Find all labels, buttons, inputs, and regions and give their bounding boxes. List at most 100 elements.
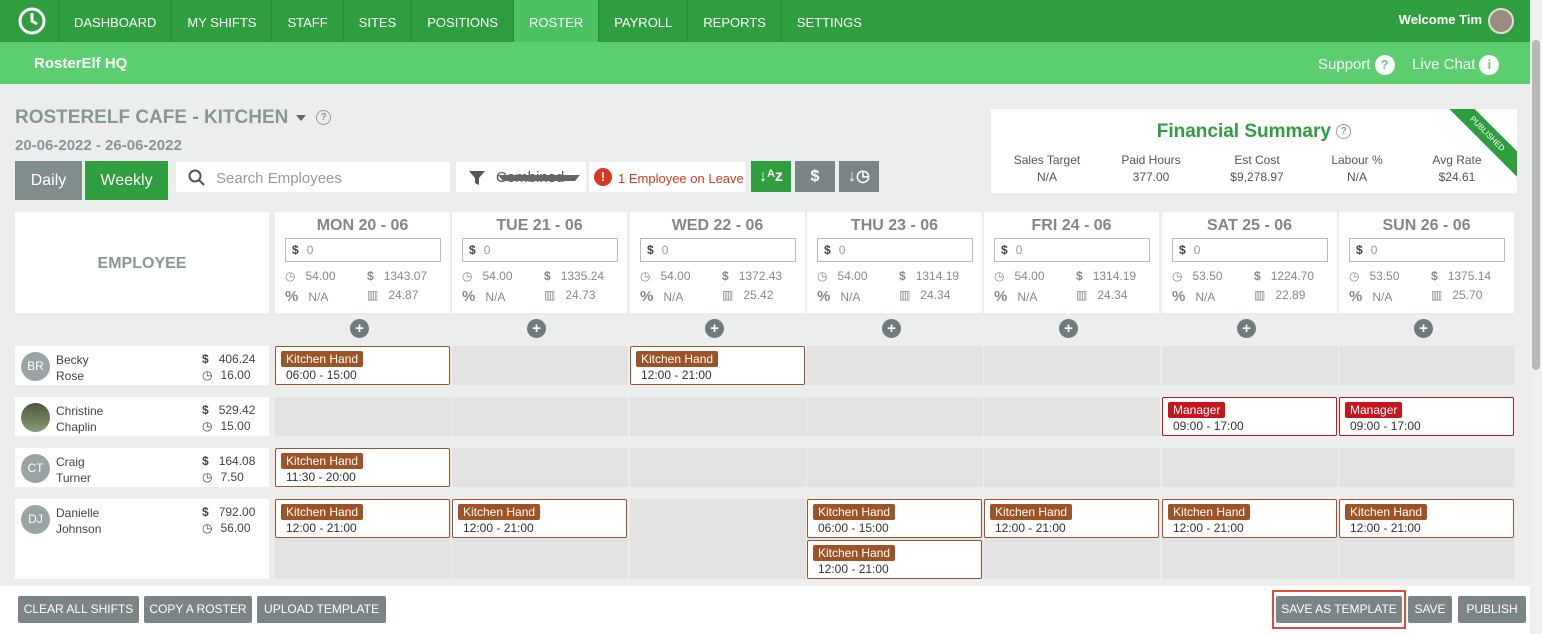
dollar-icon: $ bbox=[824, 243, 831, 257]
daily-view-button[interactable]: Daily bbox=[15, 161, 82, 200]
sales-input[interactable]: $0 bbox=[462, 238, 618, 262]
shift-card[interactable]: Kitchen Hand 12:00 - 21:00 bbox=[1162, 499, 1337, 538]
roster-title[interactable]: ROSTERELF CAFE - KITCHEN ? bbox=[15, 107, 332, 129]
nav-item-positions[interactable]: POSITIONS bbox=[411, 0, 513, 42]
clock-icon: ◷ bbox=[202, 521, 213, 535]
nav-item-sites[interactable]: SITES bbox=[342, 0, 412, 42]
sales-value: 0 bbox=[1370, 243, 1378, 257]
support-link[interactable]: Support? bbox=[1318, 55, 1395, 75]
rosterelf-logo-icon[interactable] bbox=[18, 7, 46, 35]
add-shift-button[interactable]: + bbox=[1414, 319, 1433, 338]
sort-time-button[interactable]: ↓◷ bbox=[839, 161, 879, 192]
scrollbar[interactable] bbox=[1530, 0, 1542, 634]
employee-cost-value: 529.42 bbox=[218, 403, 256, 417]
sales-input[interactable]: $0 bbox=[817, 238, 973, 262]
shift-card[interactable]: Kitchen Hand 12:00 - 21:00 bbox=[452, 499, 627, 538]
save-as-template-button[interactable]: SAVE AS TEMPLATE bbox=[1276, 596, 1402, 623]
upload-template-button[interactable]: UPLOAD TEMPLATE bbox=[257, 596, 386, 623]
shift-card[interactable]: Manager 09:00 - 17:00 bbox=[1162, 397, 1337, 436]
user-avatar[interactable] bbox=[1488, 8, 1514, 34]
info-icon: i bbox=[1479, 55, 1500, 75]
shift-card[interactable]: Kitchen Hand 06:00 - 15:00 bbox=[807, 499, 982, 538]
day-name: TUE 21 - 06 bbox=[496, 217, 583, 234]
roster-cell[interactable] bbox=[452, 397, 628, 436]
add-shift-button[interactable]: + bbox=[1237, 319, 1256, 338]
nav-item-settings[interactable]: SETTINGS bbox=[780, 0, 877, 42]
chevron-down-icon[interactable] bbox=[295, 114, 306, 121]
nav-item-staff[interactable]: STAFF bbox=[271, 0, 342, 42]
day-name: SUN 26 - 06 bbox=[1382, 217, 1471, 234]
nav-item-reports[interactable]: REPORTS bbox=[687, 0, 781, 42]
metric-value: $24.61 bbox=[1438, 170, 1476, 184]
shift-card[interactable]: Kitchen Hand 12:00 - 21:00 bbox=[984, 499, 1159, 538]
shift-role-badge: Kitchen Hand bbox=[281, 453, 364, 469]
copy-roster-button[interactable]: COPY A ROSTER bbox=[144, 596, 252, 623]
roster-cell[interactable] bbox=[630, 397, 806, 436]
roster-cell[interactable] bbox=[984, 448, 1160, 487]
nav-item-payroll[interactable]: PAYROLL bbox=[598, 0, 687, 42]
sales-input[interactable]: $0 bbox=[994, 238, 1150, 262]
sort-alpha-button[interactable]: ↓ᴬz bbox=[751, 161, 791, 192]
help-icon[interactable]: ? bbox=[1336, 124, 1352, 140]
sales-input[interactable]: $0 bbox=[285, 238, 441, 262]
shift-time: 11:30 - 20:00 bbox=[286, 470, 356, 484]
roster-cell[interactable] bbox=[984, 397, 1160, 436]
publish-button[interactable]: PUBLISH bbox=[1458, 596, 1526, 623]
shift-card[interactable]: Manager 09:00 - 17:00 bbox=[1339, 397, 1514, 436]
shift-card[interactable]: Kitchen Hand 12:00 - 21:00 bbox=[807, 540, 982, 579]
shift-card[interactable]: Kitchen Hand 12:00 - 21:00 bbox=[1339, 499, 1514, 538]
shift-role-badge: Kitchen Hand bbox=[1345, 504, 1428, 520]
save-button[interactable]: SAVE bbox=[1408, 596, 1452, 623]
roster-cell[interactable] bbox=[1162, 346, 1338, 385]
nav-item-my-shifts[interactable]: MY SHIFTS bbox=[171, 0, 271, 42]
sales-value: 0 bbox=[483, 243, 491, 257]
roster-cell[interactable] bbox=[1162, 448, 1338, 487]
live-chat-link[interactable]: Live Chat i bbox=[1412, 55, 1500, 75]
roster-cell[interactable] bbox=[630, 499, 806, 579]
employee-name: Christine Chaplin bbox=[56, 403, 103, 435]
day-stat-cost: $1375.14 bbox=[1431, 269, 1491, 283]
roster-cell[interactable] bbox=[452, 346, 628, 385]
roster-cell[interactable] bbox=[275, 397, 451, 436]
search-employees-input[interactable]: Search Employees bbox=[176, 162, 450, 192]
roster-cell[interactable] bbox=[1339, 346, 1514, 385]
roster-cell[interactable] bbox=[807, 397, 983, 436]
stat-value: 1375.14 bbox=[1447, 269, 1492, 283]
help-icon[interactable]: ? bbox=[316, 110, 332, 126]
filter-dropdown[interactable]: Combined bbox=[456, 162, 586, 192]
roster-cell[interactable] bbox=[1339, 448, 1514, 487]
roster-cell[interactable] bbox=[984, 346, 1160, 385]
scrollbar-thumb[interactable] bbox=[1532, 40, 1540, 370]
weekly-view-button[interactable]: Weekly bbox=[85, 161, 168, 200]
roster-cell[interactable] bbox=[807, 448, 983, 487]
sales-input[interactable]: $0 bbox=[640, 238, 796, 262]
add-shift-button[interactable]: + bbox=[350, 319, 369, 338]
nav-item-dashboard[interactable]: DASHBOARD bbox=[58, 0, 171, 42]
roster-cell[interactable] bbox=[630, 448, 806, 487]
metric-value: N/A bbox=[1346, 170, 1367, 184]
employee-row[interactable]: Christine Chaplin $529.42 ◷ 15.00 bbox=[15, 397, 269, 436]
roster-cell[interactable] bbox=[452, 448, 628, 487]
sales-input[interactable]: $0 bbox=[1349, 238, 1505, 262]
shift-card[interactable]: Kitchen Hand 06:00 - 15:00 bbox=[275, 346, 450, 385]
roster-cell[interactable] bbox=[807, 346, 983, 385]
clear-all-shifts-button[interactable]: CLEAR ALL SHIFTS bbox=[18, 596, 139, 623]
add-shift-button[interactable]: + bbox=[882, 319, 901, 338]
add-shift-button[interactable]: + bbox=[705, 319, 724, 338]
cost-toggle-button[interactable]: $ bbox=[795, 161, 835, 192]
day-stat-rate: ▥ 25.42 bbox=[722, 288, 773, 302]
employee-row[interactable]: BR Becky Rose $406.24 ◷ 16.00 bbox=[15, 346, 269, 385]
shift-card[interactable]: Kitchen Hand 12:00 - 21:00 bbox=[275, 499, 450, 538]
employee-hours: ◷ 15.00 bbox=[202, 419, 251, 433]
shift-role-badge: Manager bbox=[1168, 402, 1226, 418]
add-shift-button[interactable]: + bbox=[1059, 319, 1078, 338]
shift-card[interactable]: Kitchen Hand 12:00 - 21:00 bbox=[630, 346, 805, 385]
sales-input[interactable]: $0 bbox=[1172, 238, 1328, 262]
employee-on-leave-alert[interactable]: ! 1 Employee on Leave bbox=[589, 162, 745, 192]
employee-row[interactable]: CT Craig Turner $164.08 ◷ 7.50 bbox=[15, 448, 269, 487]
employee-row[interactable]: DJ Danielle Johnson $792.00 ◷ 56.00 bbox=[15, 499, 269, 579]
search-placeholder: Search Employees bbox=[216, 170, 342, 187]
add-shift-button[interactable]: + bbox=[527, 319, 546, 338]
shift-card[interactable]: Kitchen Hand 11:30 - 20:00 bbox=[275, 448, 450, 487]
nav-item-roster[interactable]: ROSTER bbox=[513, 0, 599, 42]
